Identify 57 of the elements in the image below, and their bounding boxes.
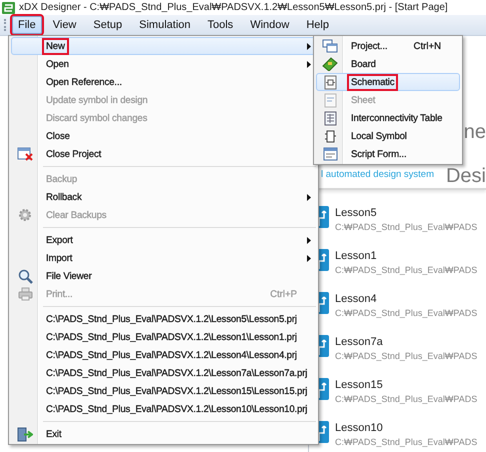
tagline: l automated design system [321, 169, 434, 180]
project-name[interactable]: Lesson5 [335, 206, 478, 220]
project-name[interactable]: Lesson15 [335, 378, 478, 392]
menu-item[interactable]: Exit [11, 425, 316, 443]
table-icon [324, 110, 336, 126]
menu-item[interactable]: Local Symbol [316, 127, 460, 145]
menu-bar-item[interactable]: File [12, 16, 42, 34]
project-name[interactable]: Lesson4 [335, 292, 478, 306]
symbol-icon [324, 128, 336, 144]
menu-item[interactable]: Export [11, 231, 316, 249]
menu-item[interactable]: Close [11, 127, 316, 145]
printer-icon [18, 287, 32, 301]
menu-item[interactable]: Open [11, 55, 316, 73]
menu-item[interactable]: Rollback [11, 188, 316, 206]
menu-item[interactable]: Open Reference... [11, 73, 316, 91]
search-icon [18, 268, 32, 284]
menu-item[interactable]: Board [316, 55, 460, 73]
menu-item[interactable]: Script Form... [316, 145, 460, 163]
form-icon [322, 147, 338, 161]
project-name[interactable]: Lesson1 [335, 249, 478, 263]
menu-item[interactable]: C:\PADS_Stnd_Plus_Eval\PADSVX.1.2\Lesson5\Lesson5.prj [11, 310, 316, 328]
gear-icon [18, 208, 32, 222]
circuit-board-icon [322, 57, 338, 71]
window-close-icon [17, 147, 33, 161]
menu-bar-item[interactable]: Setup [87, 16, 128, 34]
menu-item[interactable]: C:\PADS_Stnd_Plus_Eval\PADSVX.1.2\Lesson1\Lesson1.prj [11, 328, 316, 346]
sheet-icon [324, 92, 336, 108]
menu-item[interactable]: Project... Ctrl+N [316, 37, 460, 55]
window-title: xDX Designer - C:₩PADS_Stnd_Plus_Eval₩PADSVX.1.2₩Lesson5₩Lesson5.prj - [Start Page] [19, 2, 448, 13]
menu-item[interactable]: Interconnectivity Table [316, 109, 460, 127]
menu-bar-item[interactable]: Tools [202, 16, 240, 34]
exit-door-icon [17, 426, 33, 442]
menu-item[interactable]: Schematic [316, 73, 460, 91]
menu-bar-item[interactable]: Help [300, 16, 335, 34]
menu-bar-item[interactable]: Window [244, 16, 296, 34]
window-icon [322, 39, 338, 53]
menu-item[interactable]: Close Project [11, 145, 316, 163]
start-page-heading: Desi [446, 166, 486, 186]
menu-bar-item[interactable]: Simulation [133, 16, 196, 34]
project-path: C:₩PADS_Stnd_Plus_Eval₩PADS [335, 307, 478, 320]
menu-item[interactable]: C:\PADS_Stnd_Plus_Eval\PADSVX.1.2\Lesson4\Lesson4.prj [11, 346, 316, 364]
project-path: C:₩PADS_Stnd_Plus_Eval₩PADS [335, 436, 478, 449]
menu-item[interactable]: Import [11, 249, 316, 267]
project-path: C:₩PADS_Stnd_Plus_Eval₩PADS [335, 393, 478, 406]
project-path: C:₩PADS_Stnd_Plus_Eval₩PADS [335, 350, 478, 363]
menu-item[interactable]: File Viewer [11, 267, 316, 285]
menu-item[interactable]: C:\PADS_Stnd_Plus_Eval\PADSVX.1.2\Lesson7a\Lesson7a.prj [11, 364, 316, 382]
project-name[interactable]: Lesson7a [335, 335, 478, 349]
menu-item[interactable]: C:\PADS_Stnd_Plus_Eval\PADSVX.1.2\Lesson10\Lesson10.prj [11, 400, 316, 418]
start-page-heading: ne [464, 122, 486, 142]
menu-item[interactable]: C:\PADS_Stnd_Plus_Eval\PADSVX.1.2\Lesson15\Lesson15.prj [11, 382, 316, 400]
menu-item[interactable]: New [11, 37, 316, 55]
project-path: C:₩PADS_Stnd_Plus_Eval₩PADS [335, 264, 478, 277]
document-icon [324, 74, 336, 90]
project-name[interactable]: Lesson10 [335, 421, 478, 435]
menu-bar-item[interactable]: View [46, 16, 82, 34]
project-path: C:₩PADS_Stnd_Plus_Eval₩PADS [335, 221, 478, 234]
